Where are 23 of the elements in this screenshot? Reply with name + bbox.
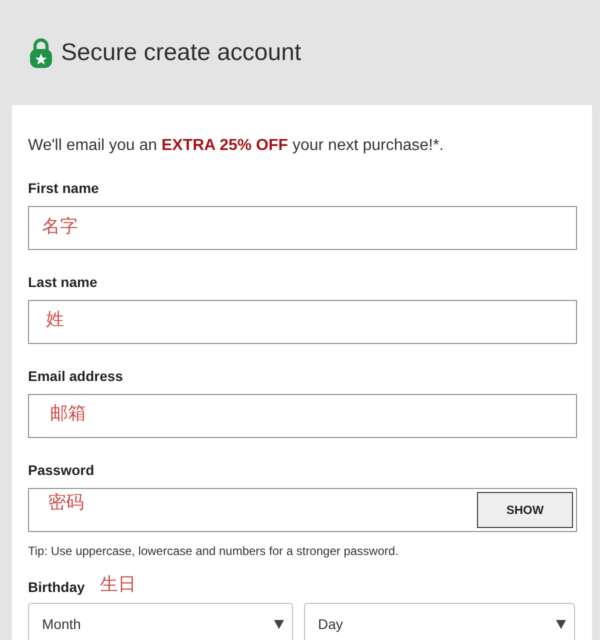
input-field[interactable]: 姓 [28,300,577,344]
field-label: Password [28,461,94,479]
intro-text: We'll email you an EXTRA 25% OFF your next purchase!*. [28,136,445,156]
show-password-button[interactable]: SHOW [477,492,573,528]
field-label: Birthday [28,578,85,596]
field-label: Email address [28,367,123,385]
input-field[interactable]: 邮箱 [28,394,577,438]
annotation-text: 邮箱 [50,403,86,425]
input-field[interactable]: 名字 [28,206,577,250]
field-label: Last name [28,273,98,291]
annotation-text: 姓 [46,309,64,331]
page-title: Secure create account [61,38,302,66]
caret-icon [556,620,566,628]
hint-text: Tip: Use uppercase, lowercase and numbers for a stronger password. [28,544,400,558]
dropdown-select[interactable]: Month [28,603,293,640]
padlock-icon [30,38,52,68]
annotation-text: 名字 [42,216,78,238]
annotation-text: 生日 [100,574,136,596]
dropdown-select[interactable]: Day [304,603,575,640]
annotation-text: 密码 [48,492,84,514]
caret-icon [274,620,284,628]
password-field[interactable]: 密码 SHOW [28,488,577,532]
field-label: First name [28,179,99,197]
